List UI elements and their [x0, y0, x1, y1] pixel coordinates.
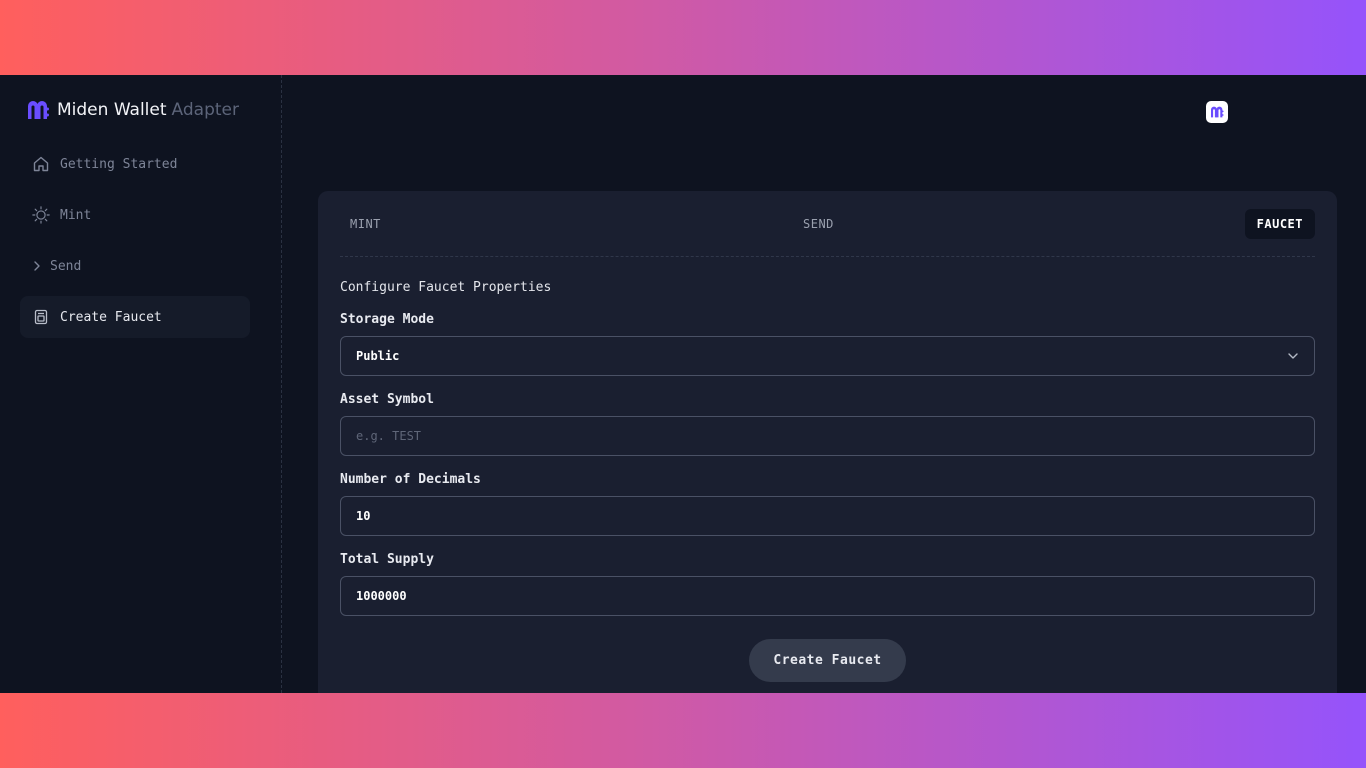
brand-name: Miden Wallet: [57, 100, 167, 120]
decimals-label: Number of Decimals: [340, 472, 481, 487]
brand[interactable]: Miden Wallet Adapter: [27, 99, 239, 121]
tab-faucet[interactable]: FAUCET: [1244, 209, 1315, 239]
decimals-field: [340, 496, 1315, 536]
chevron-right-icon: [32, 257, 42, 275]
sidebar-item-label: Mint: [60, 207, 92, 223]
tab-bar: MINT SEND FAUCET: [340, 207, 1315, 257]
asset-symbol-input[interactable]: [356, 429, 1299, 443]
total-supply-field: [340, 576, 1315, 616]
brand-subtitle: Adapter: [171, 100, 239, 120]
miden-wallet-icon[interactable]: [1206, 101, 1228, 123]
home-icon: [32, 155, 50, 173]
storage-mode-label: Storage Mode: [340, 312, 434, 327]
sidebar-item-mint[interactable]: Mint: [20, 194, 250, 236]
sidebar-item-label: Getting Started: [60, 156, 178, 172]
app-window: Miden Wallet Adapter Getting Started Min…: [0, 75, 1366, 693]
miden-logo-icon: [28, 101, 49, 119]
faucet-icon: [32, 308, 50, 326]
asset-symbol-field: [340, 416, 1315, 456]
total-supply-label: Total Supply: [340, 552, 434, 567]
form-title: Configure Faucet Properties: [340, 280, 552, 295]
sidebar-nav: Getting Started Mint Send Create Faucet: [20, 143, 250, 347]
sun-icon: [32, 206, 50, 224]
sidebar-item-label: Create Faucet: [60, 309, 162, 325]
sidebar-item-label: Send: [50, 258, 82, 274]
storage-mode-value: Public: [356, 349, 400, 363]
total-supply-input[interactable]: [356, 589, 1299, 603]
sidebar: Miden Wallet Adapter Getting Started Min…: [0, 75, 282, 693]
storage-mode-select[interactable]: Public: [340, 336, 1315, 376]
tab-mint[interactable]: MINT: [350, 209, 381, 239]
sidebar-item-create-faucet[interactable]: Create Faucet: [20, 296, 250, 338]
decimals-input[interactable]: [356, 509, 1299, 523]
asset-symbol-label: Asset Symbol: [340, 392, 434, 407]
tab-send[interactable]: SEND: [803, 209, 834, 239]
create-faucet-button[interactable]: Create Faucet: [749, 639, 906, 682]
sidebar-item-send[interactable]: Send: [20, 245, 250, 287]
chevron-down-icon: [1288, 353, 1298, 359]
sidebar-item-getting-started[interactable]: Getting Started: [20, 143, 250, 185]
faucet-card: MINT SEND FAUCET Configure Faucet Proper…: [318, 191, 1337, 693]
